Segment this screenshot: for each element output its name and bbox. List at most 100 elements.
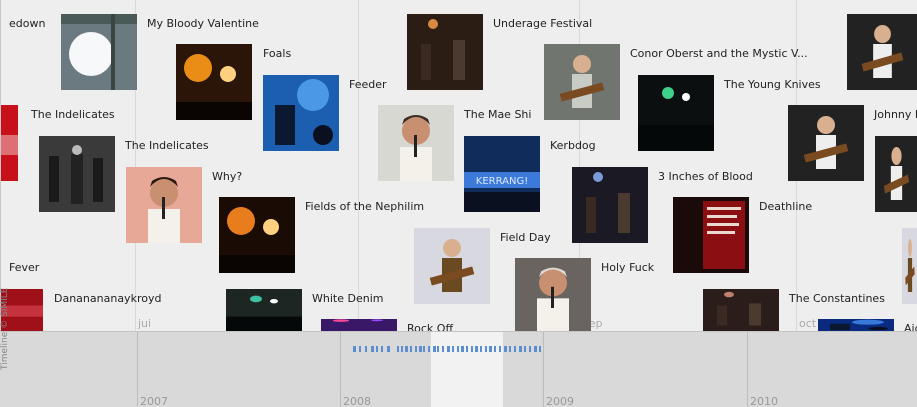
month-divider (358, 0, 359, 331)
event-tick (376, 346, 378, 352)
event-tick (466, 346, 468, 352)
event-label[interactable]: Aid (904, 322, 917, 331)
event-label[interactable]: Johnny F (874, 108, 917, 121)
event-label[interactable]: Field Day (500, 231, 551, 244)
event-label[interactable]: The Constantines (789, 292, 885, 305)
thumbnail-image (902, 228, 917, 304)
event-thumbnail[interactable] (902, 228, 917, 304)
thumbnail-image (788, 105, 864, 181)
event-tick (359, 346, 361, 352)
thumbnail-image (407, 14, 483, 90)
event-thumbnail[interactable] (321, 319, 397, 331)
event-tick (485, 346, 487, 352)
event-label[interactable]: The Mae Shi (464, 108, 531, 121)
thumbnail-image (39, 136, 115, 212)
event-label[interactable]: The Indelicates (31, 108, 115, 121)
visible-range-highlight[interactable] (431, 332, 503, 407)
event-label[interactable]: Kerbdog (550, 139, 596, 152)
event-thumbnail[interactable] (703, 289, 779, 331)
timeline-detail-band[interactable]: jui sep oct edown My Bloody Valentine Fo… (0, 0, 917, 331)
event-label[interactable]: Feeder (349, 78, 387, 91)
event-label[interactable]: White Denim (312, 292, 383, 305)
thumbnail-image (673, 197, 749, 273)
event-thumbnail[interactable] (126, 167, 202, 243)
event-label[interactable]: Underage Festival (493, 17, 592, 30)
thumbnail-image (638, 75, 714, 151)
event-label[interactable]: My Bloody Valentine (147, 17, 259, 30)
thumbnail-image: KERRANG! (464, 136, 540, 212)
event-thumbnail[interactable] (788, 105, 864, 181)
event-tick (461, 346, 464, 352)
event-thumbnail[interactable] (226, 289, 302, 331)
event-thumbnail[interactable] (515, 258, 591, 331)
event-thumbnail[interactable] (1, 105, 18, 181)
event-tick (437, 346, 439, 352)
event-tick (539, 346, 541, 352)
event-thumbnail[interactable] (847, 14, 917, 90)
event-tick (494, 346, 496, 352)
event-tick (397, 346, 399, 352)
thumbnail-image (515, 258, 591, 331)
event-thumbnail[interactable] (61, 14, 137, 90)
event-tick (405, 346, 408, 352)
month-label: oct (799, 317, 817, 330)
event-label[interactable]: Holy Fuck (601, 261, 654, 274)
event-label[interactable]: Fields of the Nephilim (305, 200, 424, 213)
event-tick (442, 346, 444, 352)
event-tick (475, 346, 478, 352)
event-label[interactable]: Rock Off (407, 322, 453, 331)
event-label[interactable]: Why? (212, 170, 242, 183)
event-tick (471, 346, 473, 352)
event-thumbnail[interactable] (875, 136, 917, 212)
thumbnail-image (321, 319, 397, 331)
event-tick (371, 346, 374, 352)
event-thumbnail[interactable] (407, 14, 483, 90)
thumbnail-image (126, 167, 202, 243)
event-label[interactable]: The Indelicates (125, 139, 209, 152)
thumbnail-image (219, 197, 295, 273)
event-thumbnail[interactable] (39, 136, 115, 212)
event-density-ticks (353, 346, 543, 352)
event-tick (457, 346, 459, 352)
event-thumbnail[interactable] (673, 197, 749, 273)
thumbnail-image (61, 14, 137, 90)
event-thumbnail[interactable] (378, 105, 454, 181)
event-tick (480, 346, 482, 352)
event-tick (428, 346, 430, 352)
thumbnail-image (263, 75, 339, 151)
year-divider (747, 332, 748, 407)
event-label[interactable]: Fever (9, 261, 39, 274)
thumbnail-image (378, 105, 454, 181)
year-divider (543, 332, 544, 407)
event-thumbnail[interactable] (544, 44, 620, 120)
event-thumbnail[interactable]: KERRANG! (464, 136, 540, 212)
year-divider (340, 332, 341, 407)
year-label: 2008 (343, 395, 371, 407)
event-label[interactable]: Foals (263, 47, 291, 60)
event-label[interactable]: Dananananaykroyd (54, 292, 161, 305)
event-label[interactable]: edown (9, 17, 45, 30)
event-thumbnail[interactable] (219, 197, 295, 273)
event-tick (365, 346, 367, 352)
event-thumbnail[interactable] (414, 228, 490, 304)
event-tick (452, 346, 454, 352)
thumbnail-image (1, 105, 18, 181)
event-thumbnail[interactable] (818, 319, 894, 331)
event-thumbnail[interactable] (572, 167, 648, 243)
event-thumbnail[interactable] (263, 75, 339, 151)
event-label[interactable]: 3 Inches of Blood (658, 170, 753, 183)
event-label[interactable]: Deathline (759, 200, 812, 213)
event-tick (415, 346, 417, 352)
timeline-overview-band[interactable]: 2007 2008 2009 2010 (0, 331, 917, 407)
thumbnail-image (847, 14, 917, 90)
event-tick (519, 346, 522, 352)
event-tick (419, 346, 422, 352)
event-tick (423, 346, 425, 352)
year-divider (137, 332, 138, 407)
event-label[interactable]: The Young Knives (724, 78, 821, 91)
event-thumbnail[interactable] (638, 75, 714, 151)
event-thumbnail[interactable] (176, 44, 252, 120)
year-label: 2010 (750, 395, 778, 407)
event-label[interactable]: Conor Oberst and the Mystic V... (630, 47, 808, 60)
event-tick (387, 346, 390, 352)
